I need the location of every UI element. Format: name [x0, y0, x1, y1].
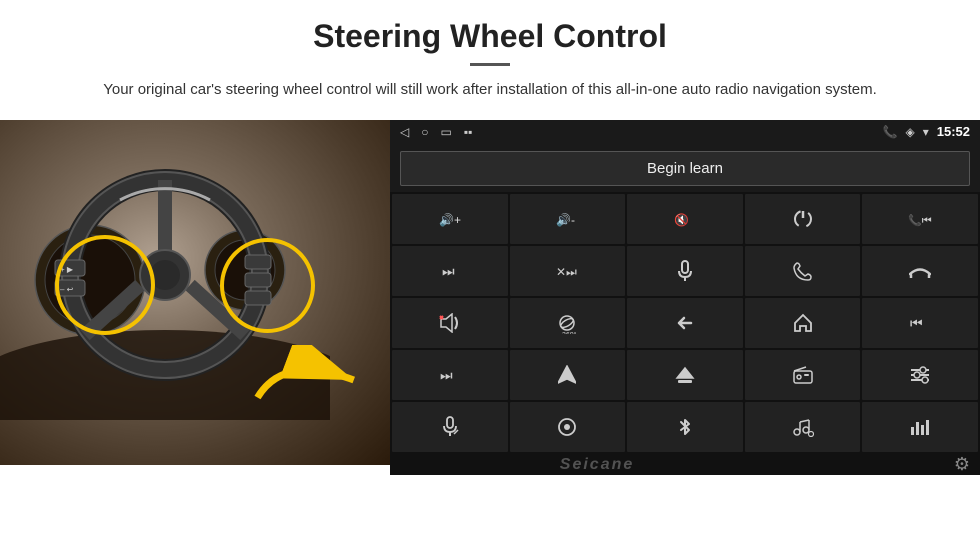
back-arrow-button[interactable] — [627, 298, 743, 348]
power-button[interactable] — [745, 194, 861, 244]
prev-skip-button[interactable]: ⏮ — [862, 298, 978, 348]
surround-360-button[interactable]: 360° — [510, 298, 626, 348]
svg-text:360°: 360° — [562, 331, 577, 334]
yellow-arrow — [240, 345, 380, 415]
header-section: Steering Wheel Control Your original car… — [0, 0, 980, 112]
circle-dot-button[interactable] — [510, 402, 626, 452]
title-divider — [470, 63, 510, 66]
svg-text:🔇: 🔇 — [674, 213, 689, 227]
gear-icon[interactable]: ⚙ — [954, 454, 970, 475]
car-image: + ▶ – ↩ — [0, 120, 390, 465]
svg-text:⏭: ⏭ — [442, 263, 455, 279]
android-screen: ◁ ○ ▭ ▪▪ 📞 ◈ ▾ 15:52 Begin learn — [390, 120, 980, 465]
svg-text:⏭: ⏭ — [440, 367, 453, 383]
bluetooth-button[interactable] — [627, 402, 743, 452]
eject-button[interactable] — [627, 350, 743, 400]
svg-text:📞⏮: 📞⏮ — [908, 213, 932, 227]
status-bar-left: ◁ ○ ▭ ▪▪ — [400, 125, 472, 139]
speaker-button[interactable] — [392, 298, 508, 348]
callout-circle-left — [55, 235, 155, 335]
page-title: Steering Wheel Control — [60, 18, 920, 55]
seicane-logo: Seicane — [560, 456, 634, 474]
music-settings-button[interactable] — [745, 402, 861, 452]
fast-forward-button[interactable]: ⏭ — [392, 350, 508, 400]
phone-status-icon: 📞 — [883, 125, 898, 139]
settings-sliders-button[interactable] — [862, 350, 978, 400]
svg-text:✕⏭: ✕⏭ — [556, 265, 577, 279]
back-arrow-icon[interactable]: ◁ — [400, 125, 409, 139]
vol-up-button[interactable]: 🔊+ — [392, 194, 508, 244]
status-bar-right: 📞 ◈ ▾ 15:52 — [883, 124, 970, 139]
home-circle-icon[interactable]: ○ — [421, 125, 428, 139]
svg-text:⏮: ⏮ — [910, 315, 923, 331]
svg-text:🔊+: 🔊+ — [439, 212, 461, 227]
mic2-button[interactable] — [392, 402, 508, 452]
mute-ff-button[interactable]: ✕⏭ — [510, 246, 626, 296]
control-grid: 🔊+ 🔊- 🔇 📞⏮ — [390, 192, 980, 454]
begin-learn-button[interactable]: Begin learn — [400, 151, 970, 186]
car-bg: + ▶ – ↩ — [0, 120, 390, 465]
content-section: + ▶ – ↩ — [0, 120, 980, 465]
recent-apps-icon[interactable]: ▭ — [440, 125, 451, 139]
equalizer-button[interactable] — [862, 402, 978, 452]
wifi-icon: ▾ — [923, 125, 929, 139]
svg-text:🔊-: 🔊- — [556, 212, 575, 227]
callout-circle-right — [220, 238, 315, 333]
next-track-button[interactable]: ⏭ — [392, 246, 508, 296]
vol-mute-button[interactable]: 🔇 — [627, 194, 743, 244]
home-button[interactable] — [745, 298, 861, 348]
time-display: 15:52 — [937, 124, 970, 139]
vol-down-button[interactable]: 🔊- — [510, 194, 626, 244]
page-wrapper: Steering Wheel Control Your original car… — [0, 0, 980, 548]
radio-button[interactable] — [745, 350, 861, 400]
status-bar: ◁ ○ ▭ ▪▪ 📞 ◈ ▾ 15:52 — [390, 120, 980, 143]
hang-up-button[interactable] — [862, 246, 978, 296]
begin-learn-row: Begin learn — [390, 143, 980, 192]
phone-call-button[interactable] — [745, 246, 861, 296]
notif-icon: ▪▪ — [464, 125, 473, 139]
microphone-button[interactable] — [627, 246, 743, 296]
subtitle: Your original car's steering wheel contr… — [100, 78, 880, 102]
location-icon: ◈ — [905, 125, 914, 139]
bottom-bar: Seicane ⚙ — [390, 454, 980, 475]
navigate-button[interactable] — [510, 350, 626, 400]
call-prev-button[interactable]: 📞⏮ — [862, 194, 978, 244]
